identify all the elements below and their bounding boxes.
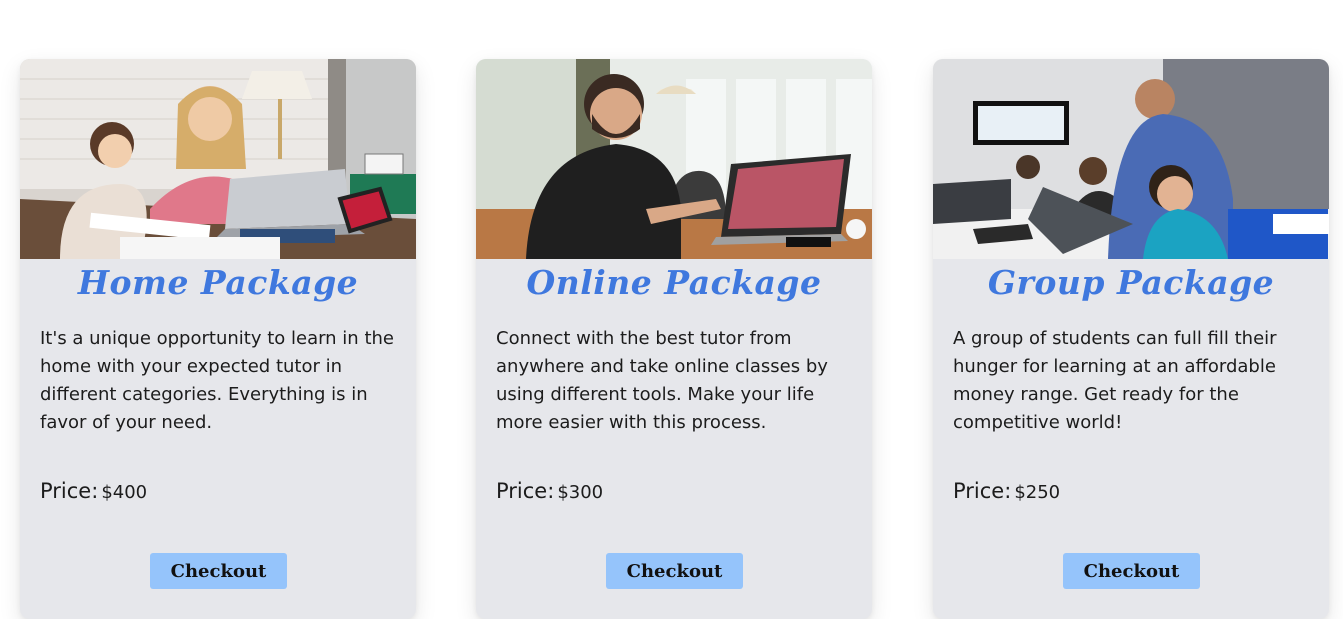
price-value: $300 [557, 482, 604, 503]
package-description: It's a unique opportunity to learn in th… [40, 328, 394, 433]
package-price: Price: $250 [953, 479, 1060, 503]
checkout-button[interactable]: Checkout [150, 553, 287, 589]
checkout-button[interactable]: Checkout [606, 553, 743, 589]
package-card-group: Group Package A group of students can fu… [933, 59, 1329, 619]
packages-section: Home Package It's a unique opportunity t… [0, 0, 1343, 619]
home-package-image [20, 59, 416, 259]
price-label: Price: [953, 479, 1012, 503]
package-title: Group Package [987, 263, 1275, 302]
checkout-button[interactable]: Checkout [1063, 553, 1200, 589]
price-value: $250 [1014, 482, 1061, 503]
package-description: A group of students can full fill their … [953, 328, 1277, 433]
package-price: Price: $400 [40, 479, 147, 503]
package-card-online: Online Package Connect with the best tut… [476, 59, 872, 619]
price-label: Price: [40, 479, 99, 503]
online-package-image [476, 59, 872, 259]
price-value: $400 [101, 482, 148, 503]
package-title: Online Package [526, 263, 822, 302]
group-package-image [933, 59, 1329, 259]
package-description: Connect with the best tutor from anywher… [496, 328, 828, 433]
package-card-home: Home Package It's a unique opportunity t… [20, 59, 416, 619]
package-price: Price: $300 [496, 479, 603, 503]
price-label: Price: [496, 479, 555, 503]
package-title: Home Package [77, 263, 359, 302]
